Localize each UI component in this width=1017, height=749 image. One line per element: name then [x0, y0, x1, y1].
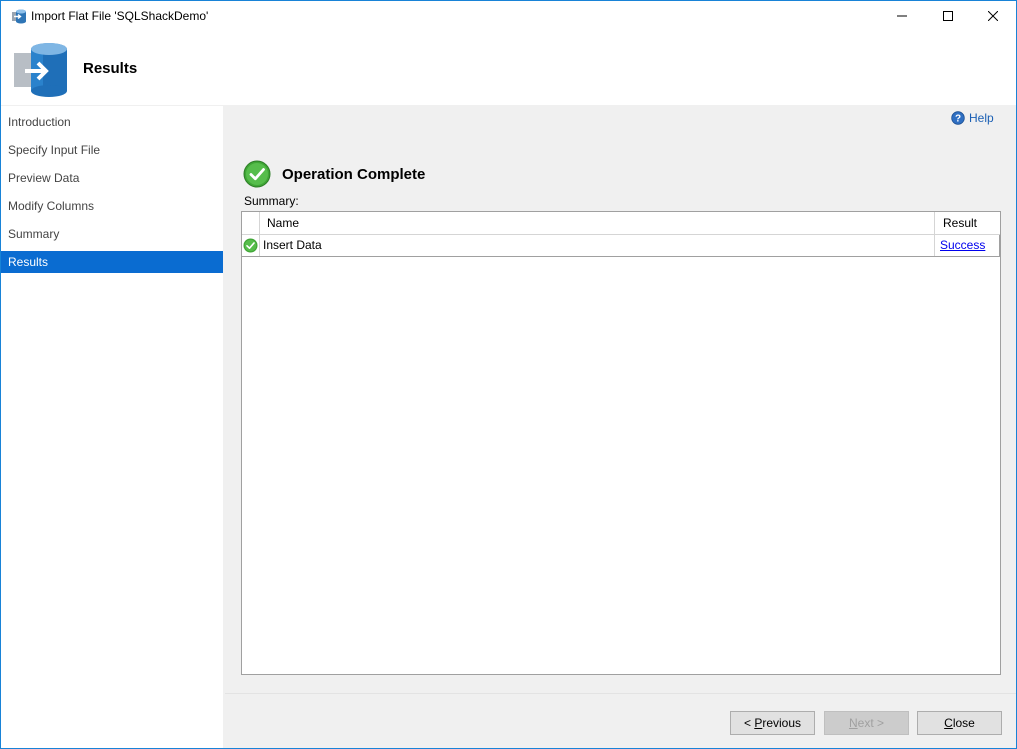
summary-label: Summary:: [244, 194, 299, 208]
sidebar-item-modify-columns[interactable]: Modify Columns: [1, 195, 223, 217]
wizard-footer: < Previous Next > Close: [225, 693, 1016, 748]
column-header-result[interactable]: Result: [936, 212, 1000, 234]
sidebar-item-summary[interactable]: Summary: [1, 223, 223, 245]
next-label-rest: ext >: [857, 716, 885, 730]
help-icon: ?: [951, 111, 965, 125]
row-status-cell: [242, 235, 260, 256]
row-result-cell: Success: [936, 235, 1000, 256]
table-row[interactable]: Insert Data Success: [242, 235, 1000, 257]
import-flat-file-window: Import Flat File 'SQLShackDemo' Results …: [0, 0, 1017, 749]
window-title: Import Flat File 'SQLShackDemo': [31, 9, 209, 23]
title-bar[interactable]: Import Flat File 'SQLShackDemo': [1, 1, 1016, 31]
next-accelerator: N: [848, 716, 858, 730]
minimize-button[interactable]: [879, 1, 925, 31]
previous-button[interactable]: < Previous: [730, 711, 815, 735]
wizard-steps-sidebar: Introduction Specify Input File Preview …: [1, 106, 223, 748]
sidebar-item-introduction[interactable]: Introduction: [1, 111, 223, 133]
next-button[interactable]: Next >: [824, 711, 909, 735]
close-accelerator: C: [944, 716, 953, 730]
row-name-cell: Insert Data: [260, 235, 935, 256]
help-label: Help: [969, 111, 994, 125]
row-indicator-header: [242, 212, 260, 234]
sidebar-item-preview-data[interactable]: Preview Data: [1, 167, 223, 189]
success-check-icon: [243, 160, 271, 188]
operation-status-title: Operation Complete: [282, 166, 426, 183]
result-success-link[interactable]: Success: [940, 238, 985, 252]
database-app-icon: [12, 9, 26, 24]
svg-text:?: ?: [955, 114, 961, 125]
import-database-icon: [14, 43, 67, 97]
column-header-name[interactable]: Name: [260, 212, 935, 234]
main-content: ? Help Operation Complete Summary: Name …: [225, 106, 1016, 692]
close-icon: [988, 11, 998, 21]
minimize-icon: [897, 15, 907, 17]
page-header: Results: [1, 31, 1016, 105]
sidebar-item-results[interactable]: Results: [1, 251, 223, 273]
maximize-button[interactable]: [925, 1, 971, 31]
close-label-rest: lose: [952, 716, 975, 730]
previous-prefix: <: [743, 716, 755, 730]
close-button[interactable]: Close: [917, 711, 1002, 735]
success-check-icon: [243, 238, 258, 253]
results-grid: Name Result Insert Data Success: [241, 211, 1001, 675]
grid-header: Name Result: [242, 212, 1000, 235]
help-link[interactable]: ? Help: [951, 111, 994, 125]
sidebar-item-specify-input-file[interactable]: Specify Input File: [1, 139, 223, 161]
close-window-button[interactable]: [970, 1, 1016, 31]
page-title: Results: [83, 60, 138, 77]
previous-label-rest: revious: [762, 716, 802, 730]
maximize-icon: [943, 11, 953, 21]
